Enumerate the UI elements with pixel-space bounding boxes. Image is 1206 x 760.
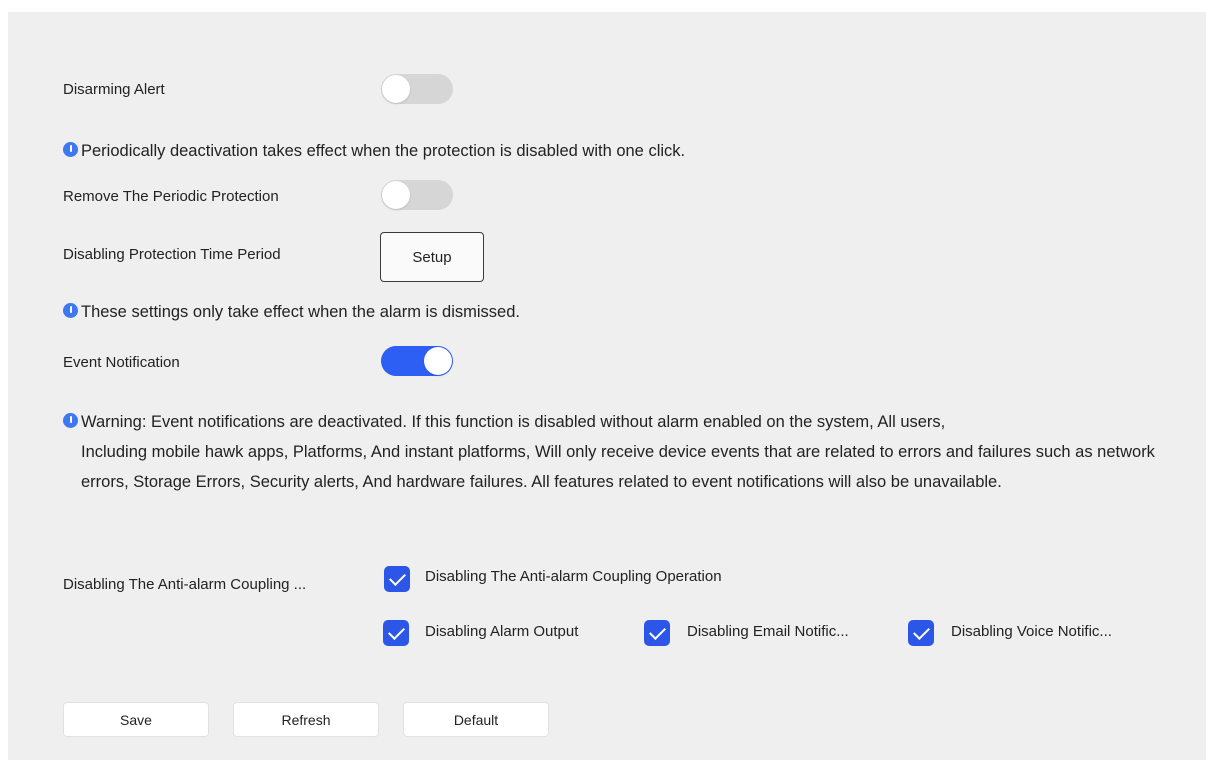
- toggle-knob: [382, 181, 410, 209]
- checkbox-label: Disabling The Anti-alarm Coupling Operat…: [425, 568, 722, 585]
- warning-text-first: Warning: Event notifications are deactiv…: [81, 413, 946, 431]
- checkbox-label: Disabling Alarm Output: [425, 623, 579, 640]
- default-button[interactable]: Default: [403, 702, 549, 737]
- remove-periodic-toggle[interactable]: [381, 180, 453, 210]
- notice-alarm: These settings only take effect when the…: [63, 303, 520, 322]
- notice-periodic-text: Periodically deactivation takes effect w…: [81, 142, 686, 160]
- save-button[interactable]: Save: [63, 702, 209, 737]
- checkbox-voice-notification[interactable]: [908, 620, 934, 646]
- warning-text-rest: Including mobile hawk apps, Platforms, A…: [81, 443, 1155, 491]
- checkbox-anti-alarm-coupling[interactable]: [384, 566, 410, 592]
- anti-alarm-label: Disabling The Anti-alarm Coupling ...: [63, 576, 307, 593]
- settings-panel: [8, 12, 1206, 760]
- refresh-button[interactable]: Refresh: [233, 702, 379, 737]
- notice-alarm-text: These settings only take effect when the…: [81, 303, 520, 321]
- disabling-period-label: Disabling Protection Time Period: [63, 246, 281, 263]
- checkbox-label: Disabling Voice Notific...: [951, 623, 1112, 640]
- checkbox-label: Disabling Email Notific...: [687, 623, 849, 640]
- disarming-alert-toggle[interactable]: [381, 74, 453, 104]
- disarming-alert-label: Disarming Alert: [63, 81, 165, 98]
- checkbox-alarm-output[interactable]: [383, 620, 409, 646]
- info-icon: [63, 142, 78, 157]
- toggle-knob: [382, 75, 410, 103]
- info-icon: [63, 303, 78, 318]
- toggle-knob: [424, 347, 452, 375]
- event-notification-label: Event Notification: [63, 354, 180, 371]
- info-icon: [63, 413, 78, 428]
- warning-notice: Warning: Event notifications are deactiv…: [63, 407, 1183, 497]
- notice-periodic: Periodically deactivation takes effect w…: [63, 142, 685, 161]
- remove-periodic-label: Remove The Periodic Protection: [63, 188, 279, 205]
- checkbox-email-notification[interactable]: [644, 620, 670, 646]
- setup-button[interactable]: Setup: [380, 232, 484, 282]
- event-notification-toggle[interactable]: [381, 346, 453, 376]
